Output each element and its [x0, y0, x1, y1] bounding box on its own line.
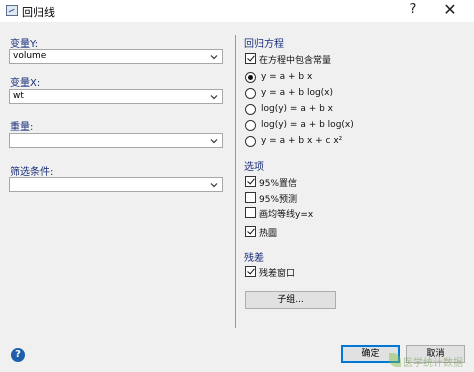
equation-radio-log-x[interactable] [245, 88, 256, 99]
subgroups-button[interactable]: 子组... [245, 291, 336, 309]
help-icon[interactable]: ? [405, 2, 421, 18]
equation-label-log-log: log(y) = a + b log(x) [261, 120, 354, 130]
equation-label-quadratic: y = a + b x + c x² [261, 136, 343, 146]
watermark-text: 医学统计数据 [403, 358, 463, 369]
variable-y-label: 变量Y: [10, 39, 39, 50]
title-bar: 回归线 ? ✕ [0, 0, 474, 22]
equation-label-log-x: y = a + b log(x) [261, 88, 334, 98]
window-title: 回归线 [22, 6, 55, 19]
residual-window-label: 残差窗口 [259, 269, 296, 279]
equation-label-log-y: log(y) = a + b x [261, 104, 334, 114]
prediction-95-checkbox[interactable] [245, 192, 256, 203]
variable-y-value: volume [13, 51, 47, 61]
chevron-down-icon[interactable] [209, 180, 219, 190]
variable-x-label: 变量X: [10, 78, 41, 89]
identity-line-label: 画均等线y=x [259, 210, 314, 220]
chevron-down-icon[interactable] [209, 52, 219, 62]
residuals-heading: 残差 [244, 253, 264, 264]
filter-select[interactable] [9, 177, 223, 192]
chart-icon [6, 5, 18, 16]
close-icon[interactable]: ✕ [441, 1, 459, 19]
equation-radio-log-log[interactable] [245, 120, 256, 131]
column-divider [235, 35, 236, 328]
variable-x-select[interactable]: wt [9, 89, 223, 104]
include-constant-checkbox[interactable] [245, 53, 256, 64]
residual-window-checkbox[interactable] [245, 266, 256, 277]
leaf-logo-icon [389, 353, 401, 367]
equation-radio-quadratic[interactable] [245, 136, 256, 147]
heatmap-label: 热圖 [259, 229, 278, 239]
weight-select[interactable] [9, 133, 223, 148]
equation-label-linear: y = a + b x [261, 72, 313, 82]
regression-equation-heading: 回归方程 [244, 39, 284, 50]
chevron-down-icon[interactable] [209, 136, 219, 146]
options-heading: 选项 [244, 162, 264, 173]
equation-radio-log-y[interactable] [245, 104, 256, 115]
weight-label: 重量: [10, 122, 34, 133]
variable-y-select[interactable]: volume [9, 49, 223, 64]
prediction-95-label: 95%预测 [259, 195, 298, 205]
equation-radio-linear[interactable] [245, 72, 256, 83]
heatmap-checkbox[interactable] [245, 226, 256, 237]
include-constant-label: 在方程中包含常量 [259, 56, 332, 66]
chevron-down-icon[interactable] [209, 92, 219, 102]
help-icon[interactable]: ? [11, 348, 25, 362]
variable-x-value: wt [13, 91, 24, 101]
identity-line-checkbox[interactable] [245, 207, 256, 218]
watermark: 医学统计数据 [389, 352, 469, 369]
confidence-95-label: 95%置信 [259, 179, 298, 189]
filter-label: 筛选条件: [10, 167, 54, 178]
dialog-body [0, 22, 474, 372]
confidence-95-checkbox[interactable] [245, 176, 256, 187]
